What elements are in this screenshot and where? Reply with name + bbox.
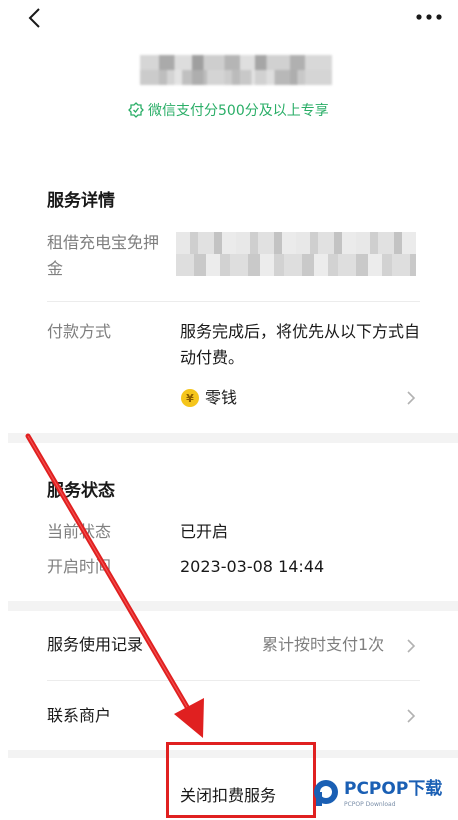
back-chevron-icon[interactable] (24, 6, 48, 30)
payment-label: 付款方式 (47, 322, 112, 341)
opened-time-label: 开启时间 (47, 557, 112, 576)
coin-icon: ¥ (181, 389, 199, 407)
item-value-redacted (176, 232, 416, 276)
service-details-title: 服务详情 (47, 191, 115, 211)
watermark-sub: PCPOP Download (344, 801, 396, 808)
records-value[interactable]: 累计按时支付1次 (262, 632, 384, 658)
section-gap (8, 601, 458, 611)
chevron-right-icon[interactable] (406, 708, 416, 724)
more-dots-icon[interactable] (416, 14, 442, 20)
highlight-box (166, 742, 316, 818)
merchant-name-redacted (140, 55, 332, 85)
chevron-right-icon[interactable] (406, 638, 416, 654)
watermark-brand: PCPOP下载 (344, 778, 442, 799)
service-status-title: 服务状态 (47, 481, 115, 501)
payment-method[interactable]: 零钱 (205, 385, 237, 411)
divider (47, 680, 420, 681)
subtitle: 微信支付分500分及以上专享 (128, 100, 329, 120)
opened-time-value: 2023-03-08 14:44 (180, 557, 325, 576)
payment-description: 服务完成后，将优先从以下方式自动付费。 (180, 322, 421, 367)
contact-merchant-label[interactable]: 联系商户 (47, 703, 111, 729)
section-gap (8, 433, 458, 443)
pcpop-watermark: PCPOP下载 PCPOP Download (314, 778, 442, 808)
chevron-right-icon[interactable] (406, 390, 416, 406)
current-status-label: 当前状态 (47, 522, 112, 541)
subtitle-text: 微信支付分500分及以上专享 (148, 103, 329, 119)
item-label: 租借充电宝免押金 (47, 233, 160, 278)
records-label[interactable]: 服务使用记录 (47, 632, 143, 658)
badge-icon (128, 102, 144, 118)
divider (47, 301, 420, 302)
current-status-value: 已开启 (180, 522, 229, 541)
